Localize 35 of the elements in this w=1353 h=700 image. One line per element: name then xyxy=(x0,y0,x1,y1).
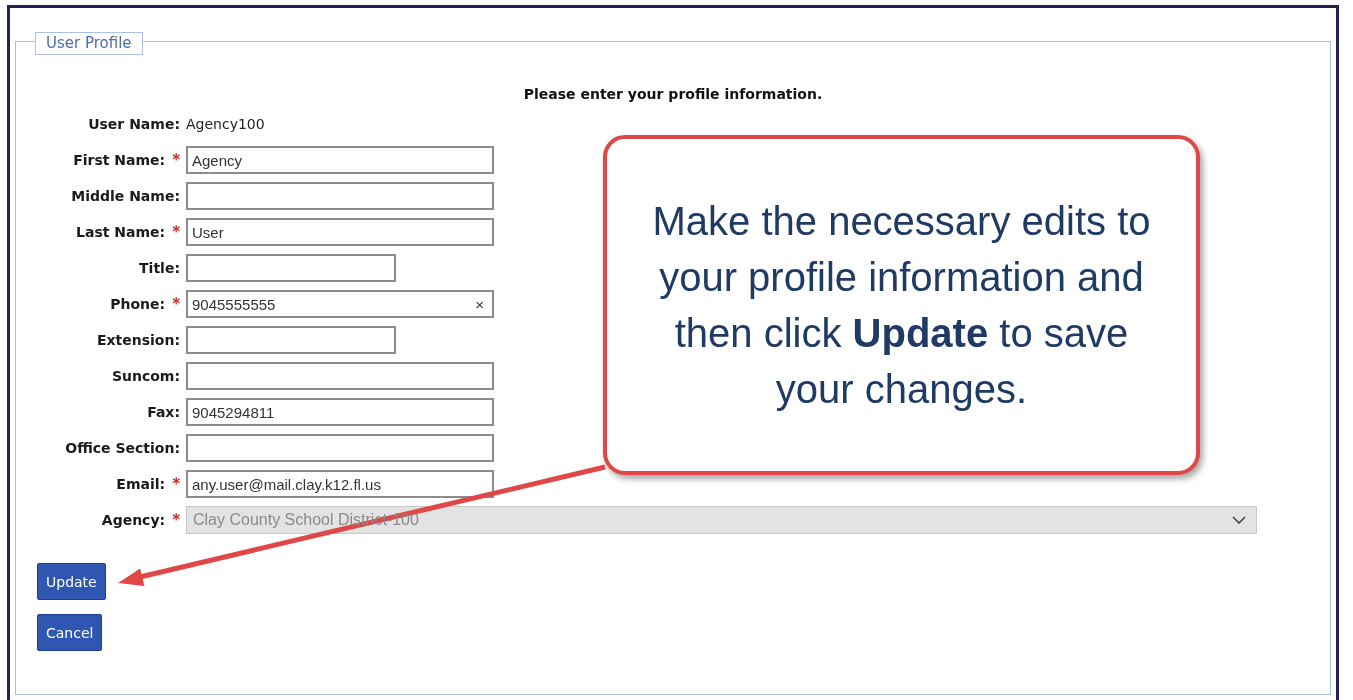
field-label: Suncom: xyxy=(111,368,180,384)
field-label: Fax: xyxy=(147,404,180,420)
form-heading: Please enter your profile information. xyxy=(522,86,824,102)
action-button[interactable]: Update xyxy=(37,563,106,600)
required-mark: * xyxy=(172,475,180,493)
required-mark: * xyxy=(172,511,180,529)
field-label: Title: xyxy=(139,260,180,276)
required-mark: * xyxy=(172,295,180,313)
panel-legend: User Profile xyxy=(35,32,143,55)
field-value: Agency100 xyxy=(186,116,265,132)
required-mark: * xyxy=(172,151,180,169)
field-label: First Name: xyxy=(73,152,166,168)
text-field[interactable]: any.user@mail.clay.k12.fl.us xyxy=(186,470,494,498)
text-field[interactable] xyxy=(186,362,494,390)
callout-text: Make the necessary edits to your profile information and then click Update to save your changes. xyxy=(651,198,1152,413)
clear-icon[interactable]: × xyxy=(475,295,488,313)
text-field[interactable] xyxy=(186,254,396,282)
required-mark: * xyxy=(172,223,180,241)
field-label: Extension: xyxy=(96,332,180,348)
text-field[interactable]: 9045294811 xyxy=(186,398,494,426)
field-label: Office Section: xyxy=(65,440,180,456)
text-field[interactable] xyxy=(186,326,396,354)
field-label: Email: xyxy=(116,476,166,492)
field-label: User Name: xyxy=(88,116,180,132)
text-field[interactable] xyxy=(186,434,494,462)
text-field[interactable]: Agency xyxy=(186,146,494,174)
field-label: Last Name: xyxy=(76,224,166,240)
text-field[interactable] xyxy=(186,182,494,210)
field-label: Agency: xyxy=(101,512,166,528)
action-button[interactable]: Cancel xyxy=(37,614,103,651)
chevron-down-icon xyxy=(1232,516,1246,524)
field-label: Phone: xyxy=(110,296,166,312)
text-field[interactable]: User xyxy=(186,218,494,246)
field-label: Middle Name: xyxy=(71,188,180,204)
text-field[interactable]: 9045555555 × xyxy=(186,290,494,318)
